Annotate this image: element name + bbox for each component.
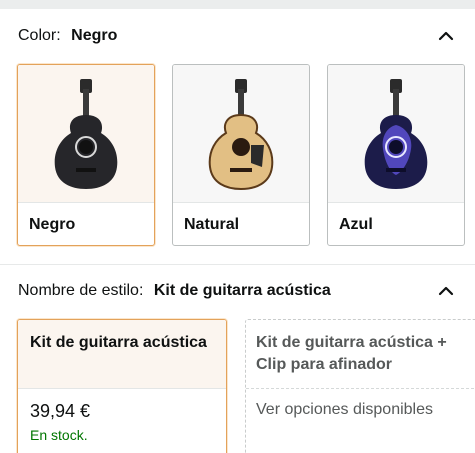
price: 39,94 €: [30, 401, 91, 421]
style-option-title: Kit de guitarra acústica: [18, 320, 226, 388]
style-label: Nombre de estilo:: [18, 282, 144, 299]
swatch-label: Natural: [173, 202, 309, 245]
color-label: Color:: [18, 27, 61, 44]
style-selected-value: Kit de guitarra acústica: [153, 282, 331, 299]
availability-status: En stock.: [30, 427, 88, 443]
color-swatch-negro[interactable]: Negro: [17, 64, 155, 246]
color-label-group: Color: Negro: [18, 27, 117, 45]
swatch-label: Azul: [328, 202, 464, 245]
see-options-text: Ver opciones disponibles: [256, 401, 434, 418]
color-swatch-azul[interactable]: Azul: [327, 64, 465, 246]
guitar-image-natural: [173, 65, 309, 202]
color-selected-value: Negro: [71, 27, 118, 44]
style-option-title: Kit de guitarra acústica + Clip para afi…: [256, 334, 447, 373]
chevron-up-icon[interactable]: [435, 280, 457, 302]
top-strip: [0, 0, 475, 9]
style-option-body: 39,94 € En stock.: [18, 388, 226, 443]
style-section-header[interactable]: Nombre de estilo: Kit de guitarra acústi…: [18, 277, 457, 305]
style-option-kit[interactable]: Kit de guitarra acústica 39,94 € En stoc…: [17, 319, 227, 453]
guitar-image-negro: [18, 65, 154, 202]
swatch-label: Negro: [18, 202, 154, 245]
style-option-body: Ver opciones disponibles: [246, 388, 475, 419]
section-divider: [0, 264, 475, 265]
style-label-group: Nombre de estilo: Kit de guitarra acústi…: [18, 282, 331, 300]
color-section-header[interactable]: Color: Negro: [18, 22, 457, 50]
color-swatch-natural[interactable]: Natural: [172, 64, 310, 246]
chevron-up-icon[interactable]: [435, 25, 457, 47]
style-option-kit-clip[interactable]: Kit de guitarra acústica + Clip para afi…: [245, 319, 475, 453]
guitar-image-azul: [328, 65, 464, 202]
